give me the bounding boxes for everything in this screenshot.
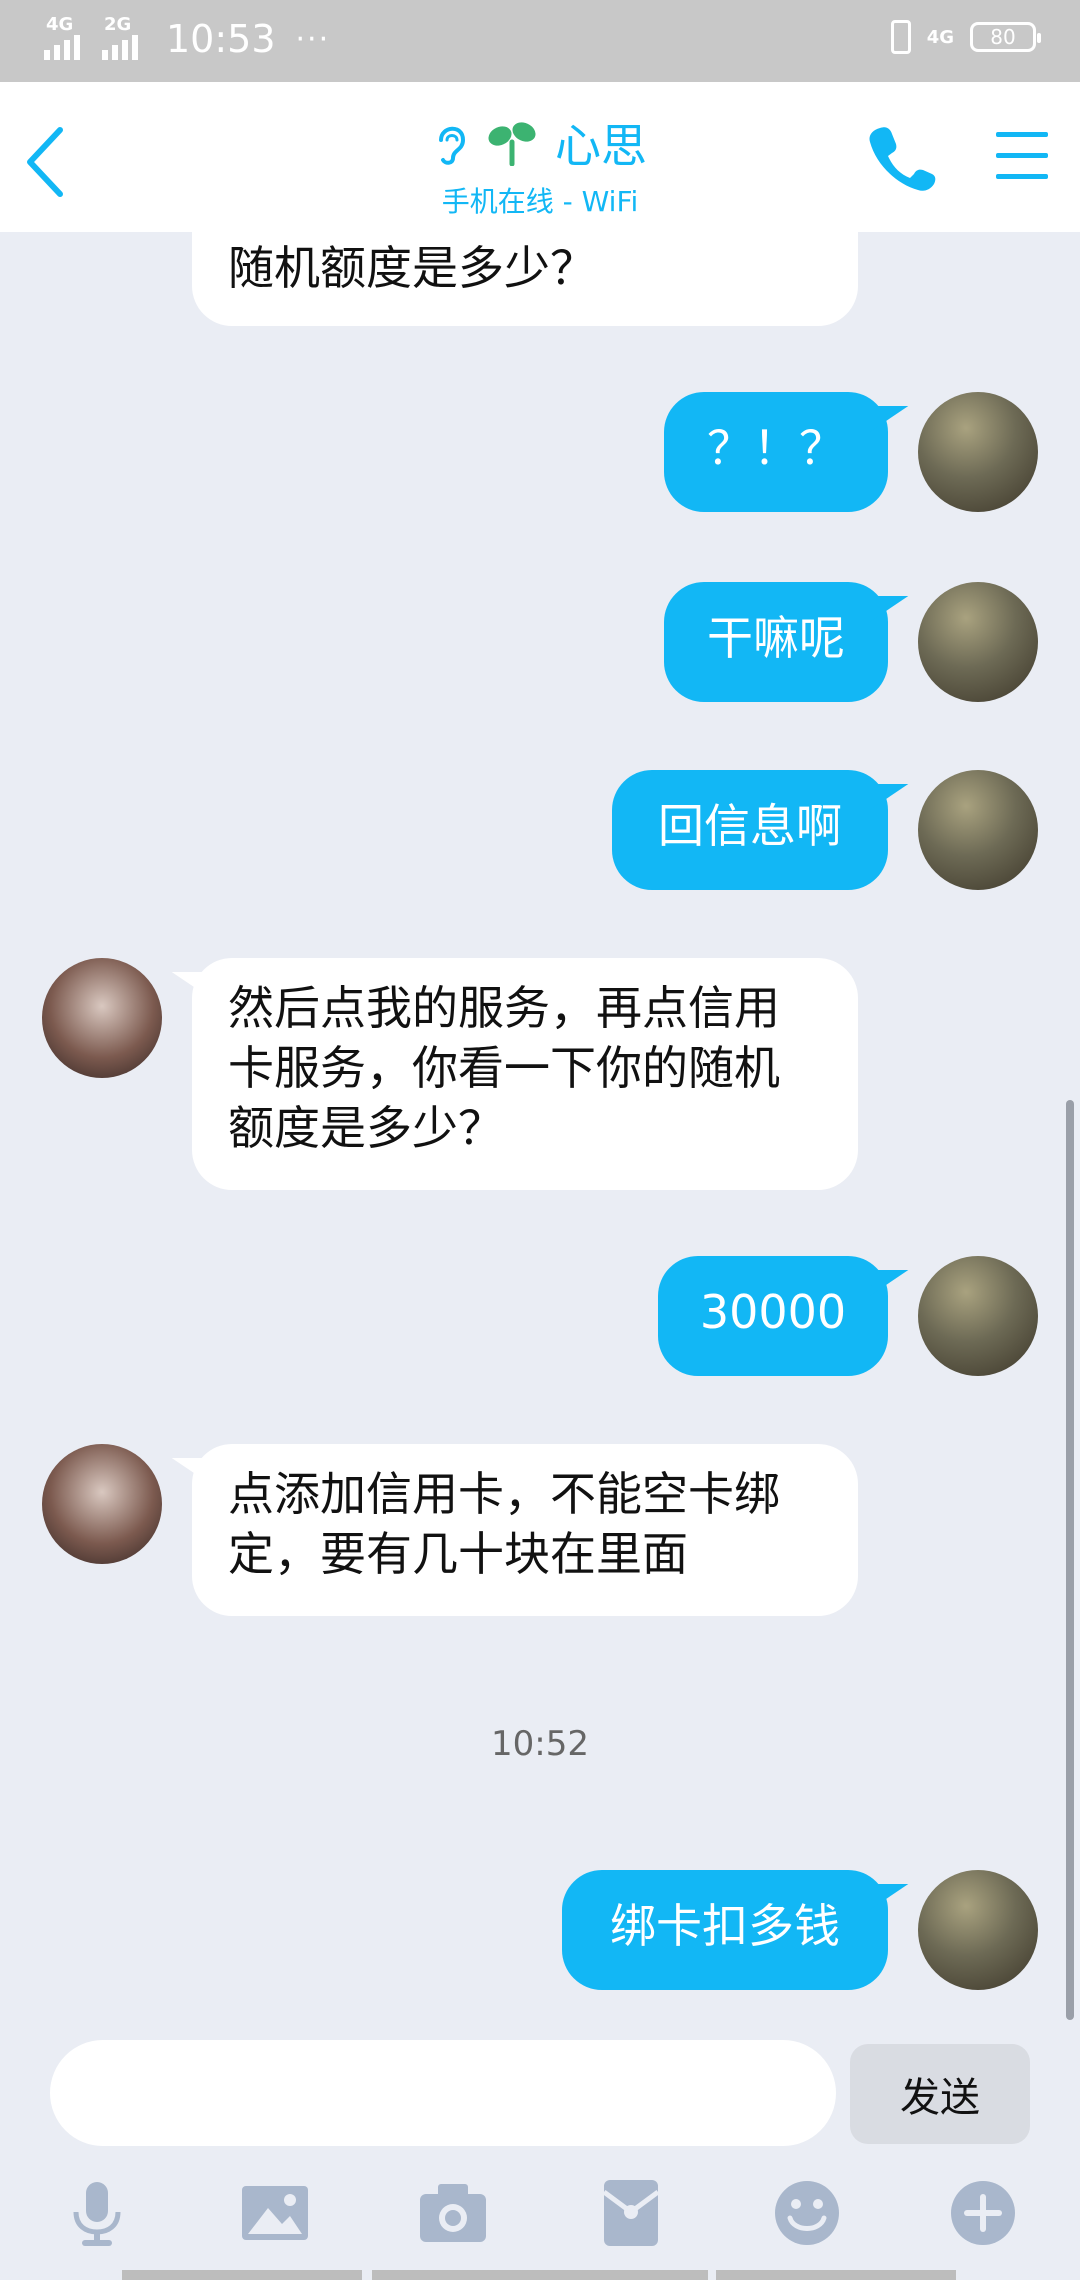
battery-level: 80 xyxy=(990,25,1016,49)
my-avatar[interactable] xyxy=(918,1256,1038,1376)
status-bar: 4G 2G 10:53 ··· 4G 80 xyxy=(0,0,1080,82)
nav-bar-segment xyxy=(122,2270,362,2280)
outgoing-message[interactable]: 30000 xyxy=(658,1256,888,1376)
message-text: 随机额度是多少？ xyxy=(228,241,596,295)
emoji-icon[interactable] xyxy=(772,2178,842,2248)
my-avatar[interactable] xyxy=(918,770,1038,890)
camera-icon[interactable] xyxy=(418,2178,488,2248)
message-composer: 发送 xyxy=(0,2028,1080,2280)
outgoing-message[interactable]: 回信息啊 xyxy=(612,770,888,890)
battery-icon: 80 xyxy=(970,22,1041,52)
chat-header: 心思 手机在线 - WiFi xyxy=(0,82,1080,232)
vibrate-icon xyxy=(890,20,911,54)
contact-avatar[interactable] xyxy=(42,1444,162,1564)
outgoing-message[interactable]: ？！？ xyxy=(664,392,888,512)
contact-avatar[interactable] xyxy=(42,958,162,1078)
outgoing-message[interactable]: 绑卡扣多钱 xyxy=(562,1870,888,1990)
my-avatar[interactable] xyxy=(918,1870,1038,1990)
message-text: 点添加信用卡，不能空卡绑定，要有几十块在里面 xyxy=(228,1467,780,1581)
message-text: ？！？ xyxy=(707,421,845,475)
message-text: 回信息啊 xyxy=(658,799,842,853)
nav-bar-segment xyxy=(716,2270,956,2280)
outgoing-message[interactable]: 干嘛呢 xyxy=(664,582,888,702)
message-timestamp: 10:52 xyxy=(491,1724,589,1764)
menu-icon[interactable] xyxy=(994,130,1050,182)
scrollbar[interactable] xyxy=(1066,1100,1074,2020)
sprout-icon xyxy=(488,122,536,166)
input-toolbar xyxy=(0,2178,1080,2258)
incoming-message[interactable]: 点添加信用卡，不能空卡绑定，要有几十块在里面 xyxy=(192,1444,858,1616)
send-button[interactable]: 发送 xyxy=(850,2044,1030,2144)
network-type-1: 4G xyxy=(46,14,74,35)
status-time: 10:53 xyxy=(166,17,276,61)
message-text: 干嘛呢 xyxy=(707,611,845,665)
signal-icon: 4G xyxy=(44,14,92,64)
network-type-right: 4G xyxy=(926,26,954,48)
incoming-message[interactable]: 然后点我的服务，再点信用卡服务，你看一下你的随机额度是多少？ xyxy=(192,958,858,1190)
more-notifications-icon: ··· xyxy=(295,21,331,57)
message-text: 然后点我的服务，再点信用卡服务，你看一下你的随机额度是多少？ xyxy=(228,981,780,1155)
nav-bar-segment xyxy=(372,2270,708,2280)
chat-title: 心思 xyxy=(555,119,647,173)
message-input[interactable] xyxy=(50,2040,836,2146)
network-type-2: 2G xyxy=(104,14,132,35)
image-icon[interactable] xyxy=(240,2178,310,2248)
incoming-message[interactable]: 随机额度是多少？ xyxy=(192,232,858,326)
signal-icon-2: 2G xyxy=(102,14,150,64)
ear-icon xyxy=(439,126,466,165)
message-text: 绑卡扣多钱 xyxy=(610,1899,840,1953)
message-text: 30000 xyxy=(699,1285,847,1339)
microphone-icon[interactable] xyxy=(62,2178,132,2248)
phone-icon[interactable] xyxy=(866,122,936,192)
red-packet-icon[interactable] xyxy=(596,2178,666,2248)
my-avatar[interactable] xyxy=(918,582,1038,702)
plus-icon[interactable] xyxy=(948,2178,1018,2248)
my-avatar[interactable] xyxy=(918,392,1038,512)
